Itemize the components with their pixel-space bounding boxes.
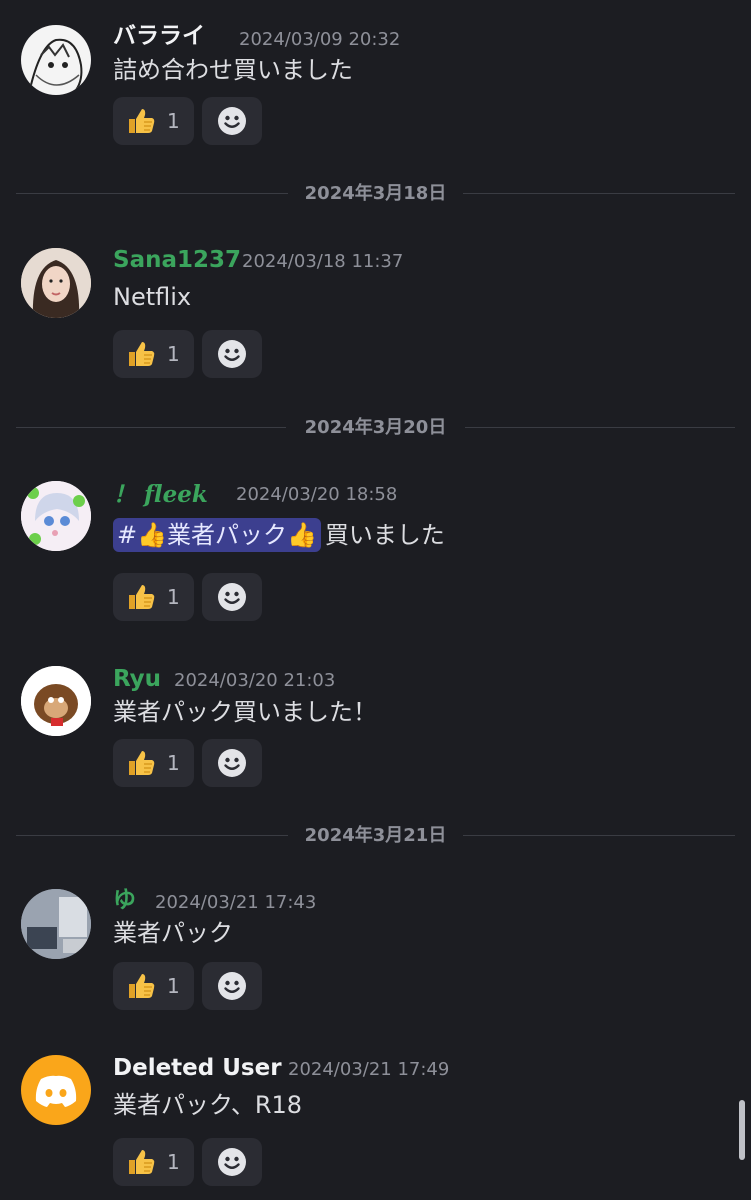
message-text: 業者パック、R18 <box>113 1091 303 1119</box>
timestamp: 2024/03/21 17:49 <box>288 1059 450 1080</box>
reaction-thumbs-up[interactable]: 1 <box>113 1138 194 1186</box>
username[interactable]: ！ 𝒇𝒍𝒆𝒆𝒌 <box>113 481 208 509</box>
smiley-icon <box>218 972 246 1000</box>
timestamp: 2024/03/21 17:43 <box>155 892 317 913</box>
thumbs-up-icon <box>129 1150 155 1174</box>
reactions: 1 <box>113 573 262 621</box>
avatar[interactable] <box>21 25 91 95</box>
message-text-body: 買いました <box>324 521 445 549</box>
timestamp: 2024/03/09 20:32 <box>239 29 401 50</box>
message-text: 詰め合わせ買いました <box>113 56 353 84</box>
thumbs-up-icon <box>129 585 155 609</box>
username[interactable]: バラライ <box>113 22 205 50</box>
avatar[interactable] <box>21 666 91 736</box>
avatar[interactable] <box>21 481 91 551</box>
reactions: 1 <box>113 97 262 145</box>
discord-logo-icon <box>35 1075 77 1107</box>
add-reaction-button[interactable] <box>202 330 262 378</box>
avatar[interactable] <box>21 1055 91 1125</box>
date-separator-label: 2024年3月18日 <box>304 183 447 204</box>
add-reaction-button[interactable] <box>202 97 262 145</box>
smiley-icon <box>218 1148 246 1176</box>
reaction-count: 1 <box>167 585 180 609</box>
avatar[interactable] <box>21 889 91 959</box>
reaction-thumbs-up[interactable]: 1 <box>113 573 194 621</box>
date-separator: 2024年3月20日 <box>16 416 735 440</box>
timestamp: 2024/03/18 11:37 <box>242 251 404 272</box>
avatar[interactable] <box>21 248 91 318</box>
smiley-icon <box>218 340 246 368</box>
add-reaction-button[interactable] <box>202 962 262 1010</box>
reaction-thumbs-up[interactable]: 1 <box>113 97 194 145</box>
username[interactable]: Ryu <box>113 665 161 693</box>
message-text: Netflix <box>113 283 192 311</box>
date-separator: 2024年3月18日 <box>16 182 735 206</box>
date-separator-label: 2024年3月21日 <box>304 825 447 846</box>
reaction-thumbs-up[interactable]: 1 <box>113 962 194 1010</box>
scrollbar-thumb[interactable] <box>739 1100 745 1160</box>
reactions: 1 <box>113 1138 262 1186</box>
date-separator-label: 2024年3月20日 <box>304 417 447 438</box>
thumbs-up-icon <box>129 342 155 366</box>
username[interactable]: Sana1237 <box>113 246 241 274</box>
message-text: 業者パック買いました！ <box>113 698 377 726</box>
thumbs-up-icon <box>129 751 155 775</box>
reaction-count: 1 <box>167 342 180 366</box>
message-text: #👍業者パック👍 買いました <box>113 518 445 552</box>
smiley-icon <box>218 749 246 777</box>
date-separator: 2024年3月21日 <box>16 824 735 848</box>
reactions: 1 <box>113 962 262 1010</box>
reaction-count: 1 <box>167 109 180 133</box>
timestamp: 2024/03/20 18:58 <box>236 484 398 505</box>
username[interactable]: Deleted User <box>113 1054 282 1082</box>
smiley-icon <box>218 583 246 611</box>
reaction-count: 1 <box>167 1150 180 1174</box>
reaction-count: 1 <box>167 751 180 775</box>
reactions: 1 <box>113 330 262 378</box>
smiley-icon <box>218 107 246 135</box>
timestamp: 2024/03/20 21:03 <box>174 670 336 691</box>
thumbs-up-icon <box>129 109 155 133</box>
channel-mention-link[interactable]: #👍業者パック👍 <box>113 518 321 552</box>
add-reaction-button[interactable] <box>202 573 262 621</box>
username[interactable]: ゆ <box>113 886 136 914</box>
add-reaction-button[interactable] <box>202 739 262 787</box>
add-reaction-button[interactable] <box>202 1138 262 1186</box>
message-text: 業者パック <box>113 919 233 947</box>
reaction-count: 1 <box>167 974 180 998</box>
reaction-thumbs-up[interactable]: 1 <box>113 739 194 787</box>
reaction-thumbs-up[interactable]: 1 <box>113 330 194 378</box>
thumbs-up-icon <box>129 974 155 998</box>
reactions: 1 <box>113 739 262 787</box>
